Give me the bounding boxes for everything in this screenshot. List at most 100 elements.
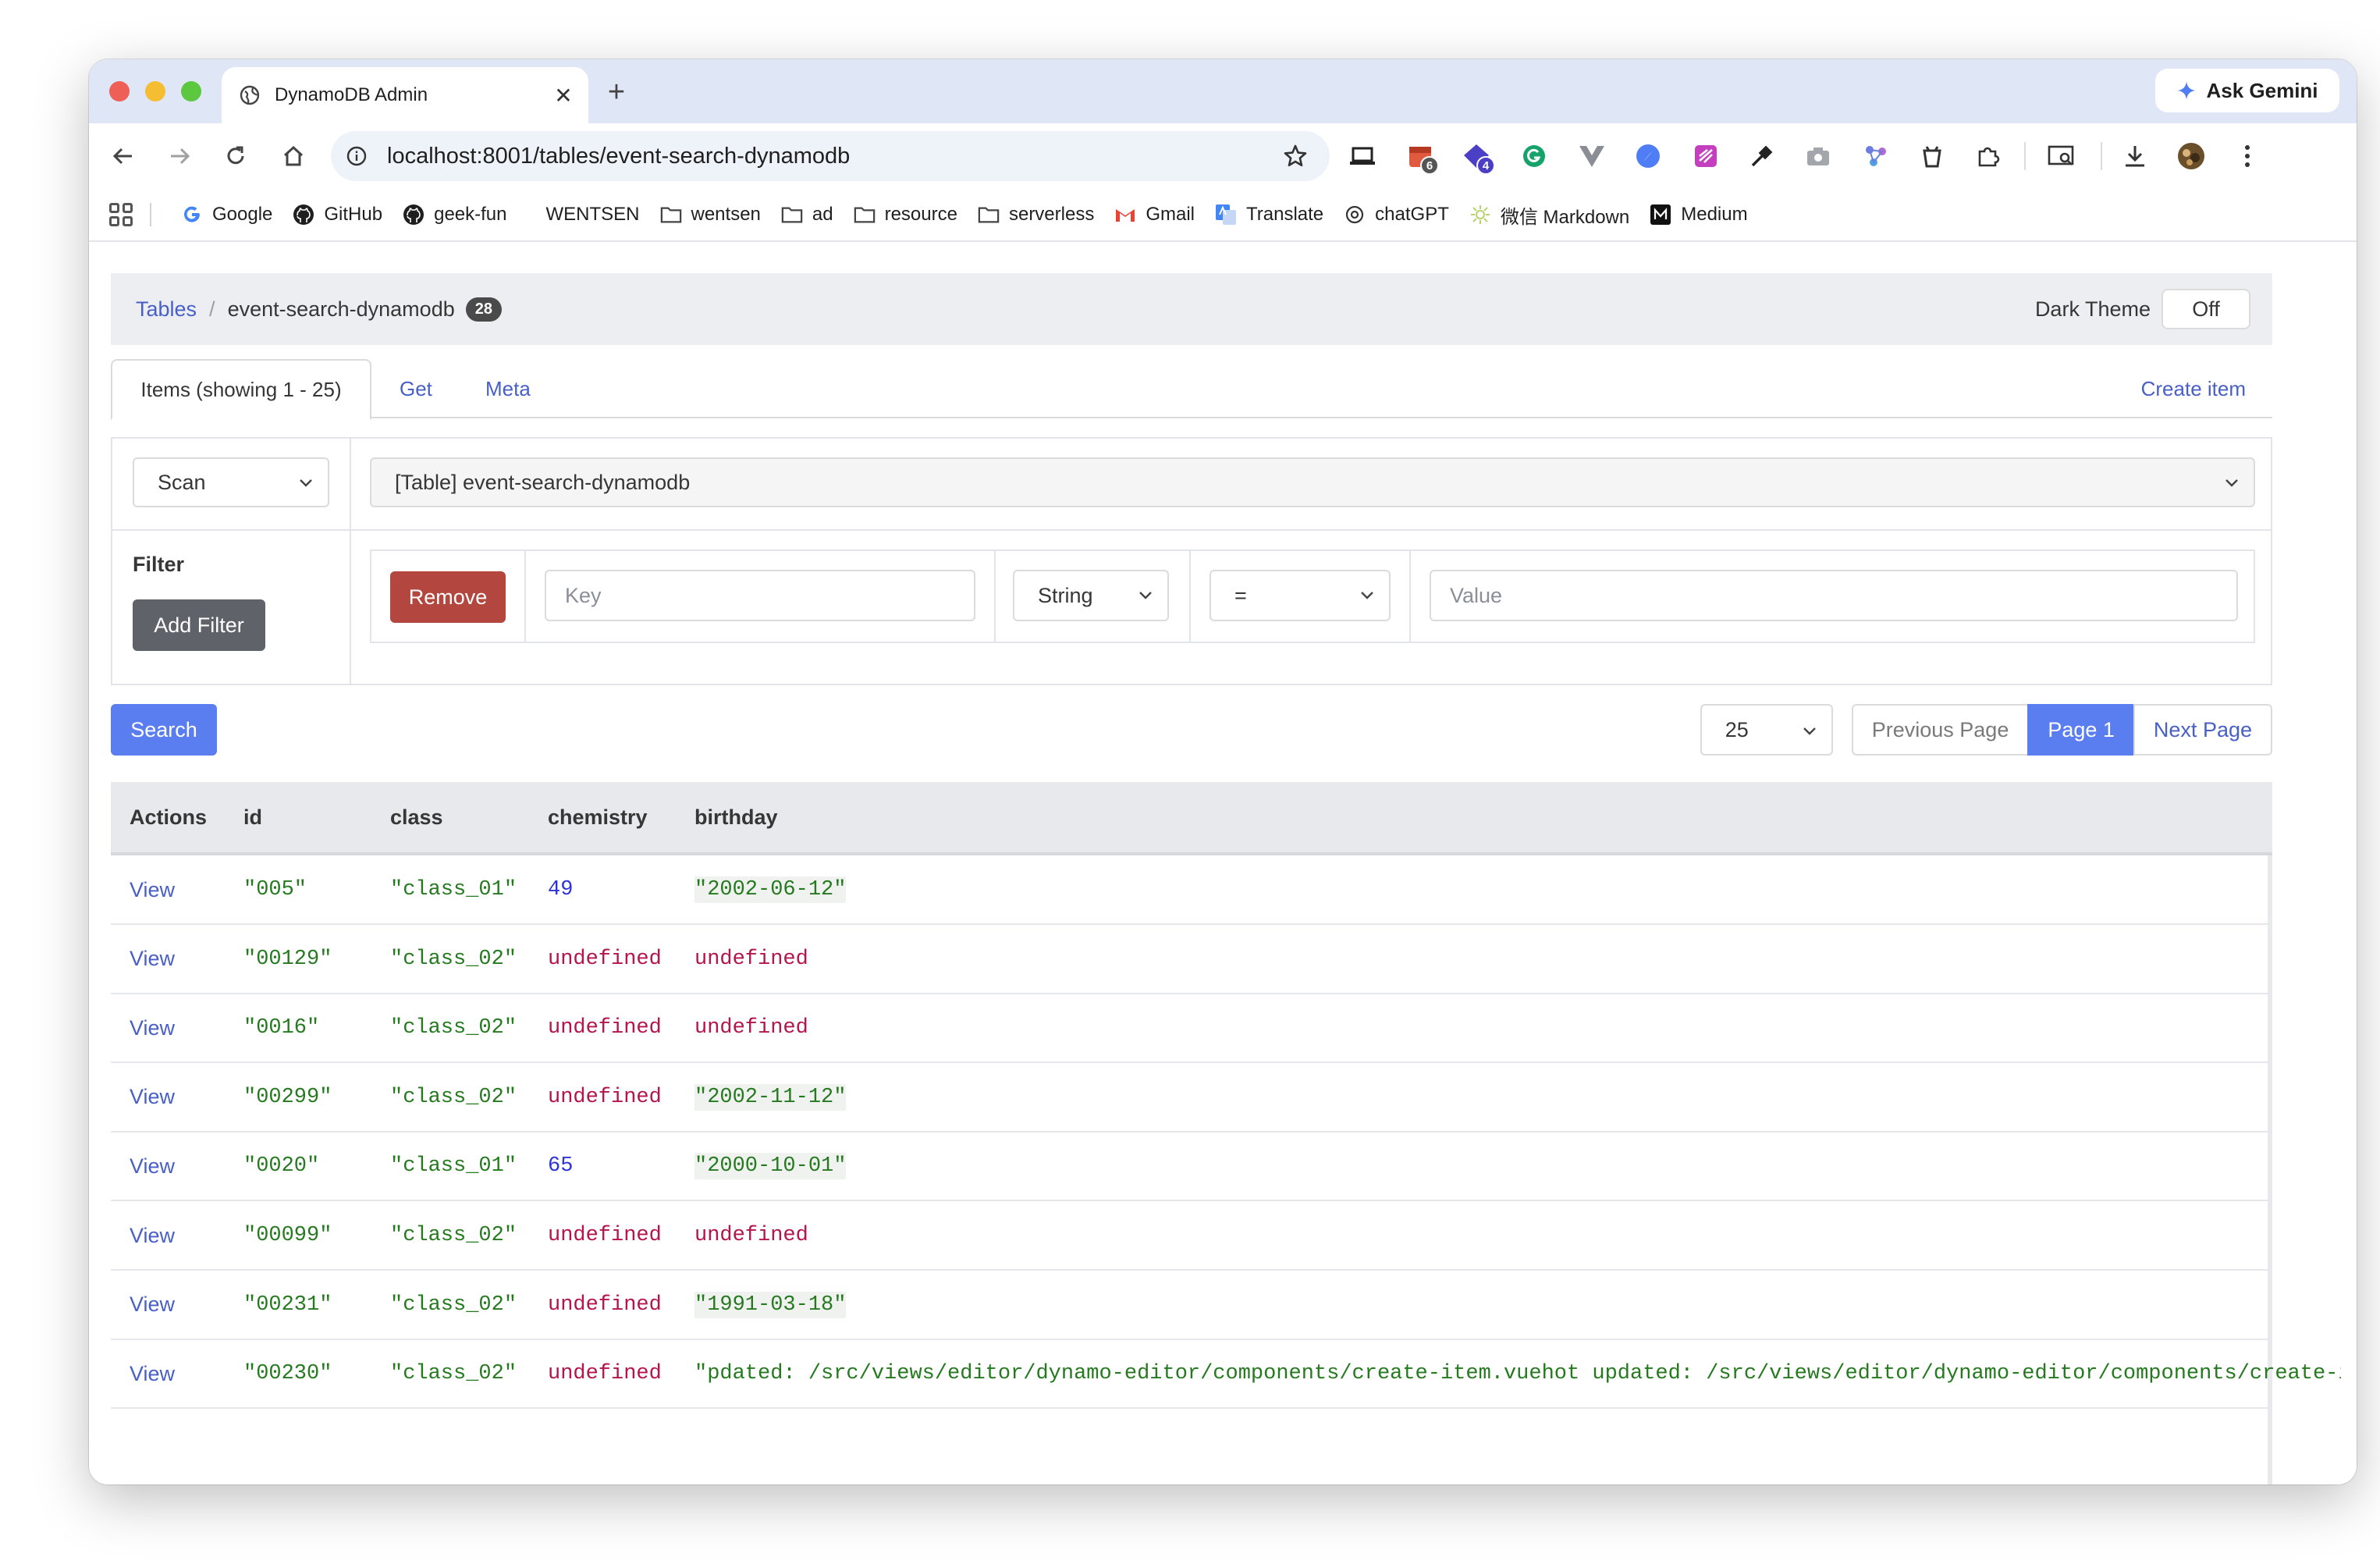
apps-grid-icon[interactable] — [109, 203, 133, 226]
bucket-extension-icon[interactable] — [1915, 139, 1949, 173]
table-row: View "00231" "class_02" undefined "1991-03-1… — [111, 1271, 2268, 1340]
view-item-link[interactable]: View — [130, 855, 175, 924]
bookmark-star-icon[interactable] — [1280, 140, 1311, 172]
bookmark-google[interactable]: Google — [181, 204, 272, 226]
folder-icon — [660, 204, 682, 226]
view-item-link[interactable]: View — [130, 1201, 175, 1270]
view-item-link[interactable]: View — [130, 1339, 175, 1408]
view-item-link[interactable]: View — [130, 1132, 175, 1200]
search-button[interactable]: Search — [111, 704, 217, 756]
previous-page-button[interactable]: Previous Page — [1851, 704, 2030, 756]
bookmark-chatgpt[interactable]: chatGPT — [1344, 204, 1449, 226]
page-size-value: 25 — [1725, 717, 1749, 741]
back-arrow-icon[interactable] — [106, 139, 140, 173]
laptop-icon[interactable] — [1345, 139, 1380, 173]
gem-extension-icon[interactable]: 4 — [1459, 139, 1495, 175]
folder-icon — [854, 204, 876, 226]
tab-search-icon[interactable] — [2044, 139, 2079, 173]
download-icon[interactable] — [2118, 139, 2152, 173]
add-filter-button[interactable]: Add Filter — [133, 599, 265, 651]
forward-arrow-icon[interactable] — [162, 139, 197, 173]
tab-get[interactable]: Get — [400, 359, 432, 418]
bookmark-gmail[interactable]: Gmail — [1114, 204, 1195, 226]
view-item-link[interactable]: View — [130, 994, 175, 1062]
bookmark-github[interactable]: GitHub — [293, 204, 382, 226]
bookmark-label: GitHub — [324, 204, 383, 225]
remove-filter-button[interactable]: Remove — [390, 571, 506, 623]
index-select[interactable]: [Table] event-search-dynamodb — [370, 457, 2255, 507]
bookmark-folder-resource[interactable]: resource — [854, 204, 957, 226]
filter-type-select[interactable]: String — [1013, 570, 1169, 621]
column-header-birthday[interactable]: birthday — [694, 782, 778, 852]
visbug-icon[interactable] — [1689, 139, 1723, 173]
window-close-button[interactable] — [109, 81, 130, 101]
filter-operator-select[interactable]: = — [1210, 570, 1391, 621]
filter-value-input[interactable]: Value — [1430, 570, 2238, 621]
address-bar[interactable]: localhost:8001/tables/event-search-dynam… — [331, 131, 1330, 181]
bookmark-geek-fun[interactable]: geek-fun — [403, 204, 507, 226]
column-header-id[interactable]: id — [243, 782, 262, 852]
items-table: Actions id class chemistry birthday View… — [111, 782, 2341, 1485]
bookmark-translate[interactable]: Translate — [1215, 204, 1323, 226]
filter-label: Filter — [133, 553, 185, 576]
folder-icon — [781, 204, 803, 226]
bookmark-folder-ad[interactable]: ad — [781, 204, 833, 226]
window-zoom-button[interactable] — [181, 81, 201, 101]
column-header-chemistry[interactable]: chemistry — [548, 782, 648, 852]
chatgpt-icon — [1344, 204, 1366, 226]
view-item-link[interactable]: View — [130, 1063, 175, 1132]
cell-id: "005" — [243, 878, 307, 901]
bookmark-medium[interactable]: Medium — [1650, 204, 1748, 226]
view-item-link[interactable]: View — [130, 1271, 175, 1339]
bookmark-wentsen-upper[interactable]: WENTSEN — [546, 204, 640, 226]
graph-extension-icon[interactable] — [1859, 139, 1893, 173]
eyedropper-icon[interactable] — [1745, 139, 1779, 173]
dark-theme-toggle[interactable]: Off — [2162, 289, 2250, 329]
column-header-class[interactable]: class — [390, 782, 443, 852]
page-content: Tables / event-search-dynamodb 28 Dark T… — [89, 242, 2357, 1485]
view-item-link[interactable]: View — [130, 925, 175, 994]
chevron-down-icon — [1139, 592, 1152, 599]
bookmark-label: chatGPT — [1375, 204, 1449, 225]
ask-gemini-button[interactable]: Ask Gemini — [2155, 69, 2339, 112]
next-page-button[interactable]: Next Page — [2133, 704, 2272, 756]
tab-meta[interactable]: Meta — [485, 359, 531, 418]
filter-key-input[interactable]: Key — [545, 570, 975, 621]
compass-extension-icon[interactable] — [1631, 139, 1665, 173]
bookmark-folder-serverless[interactable]: serverless — [978, 204, 1094, 226]
current-page-button[interactable]: Page 1 — [2027, 704, 2135, 756]
page-size-select[interactable]: 25 — [1700, 704, 1833, 756]
bookmark-folder-wentsen[interactable]: wentsen — [660, 204, 761, 226]
profile-avatar-icon[interactable] — [2174, 139, 2208, 173]
cell-chemistry: undefined — [548, 1016, 662, 1040]
camera-icon[interactable] — [1801, 139, 1835, 173]
bookmark-label: Gmail — [1146, 204, 1195, 225]
vue-devtools-icon[interactable] — [1575, 139, 1609, 173]
bookmark-wechat-markdown[interactable]: 微信 Markdown — [1469, 201, 1629, 229]
table-row: View "00299" "class_02" undefined "2002-11-1… — [111, 1063, 2268, 1133]
home-icon[interactable] — [276, 139, 311, 173]
window-minimize-button[interactable] — [145, 81, 165, 101]
calendar-extension-icon[interactable]: 6 — [1403, 139, 1439, 175]
bookmark-label: geek-fun — [434, 204, 507, 225]
more-menu-icon[interactable] — [2230, 139, 2265, 173]
tab-items[interactable]: Items (showing 1 - 25) — [111, 359, 371, 420]
medium-icon — [1650, 204, 1671, 226]
google-icon — [181, 204, 203, 226]
cell-birthday: undefined — [694, 947, 808, 971]
cell-id: "0016" — [243, 1016, 320, 1040]
site-info-icon[interactable] — [345, 144, 368, 168]
breadcrumb-tables-link[interactable]: Tables — [136, 297, 197, 322]
reload-icon[interactable] — [218, 139, 253, 173]
new-tab-button[interactable]: + — [601, 76, 632, 108]
grammarly-icon[interactable] — [1517, 139, 1551, 173]
create-item-link[interactable]: Create item — [2141, 359, 2246, 418]
extensions-puzzle-icon[interactable] — [1971, 139, 2005, 173]
translate-icon — [1215, 204, 1237, 226]
gmail-icon — [1114, 204, 1136, 226]
ask-gemini-label: Ask Gemini — [2206, 78, 2318, 102]
index-select-value: [Table] event-search-dynamodb — [395, 470, 691, 494]
browser-tab[interactable]: DynamoDB Admin ✕ — [222, 67, 588, 123]
operation-select[interactable]: Scan — [133, 457, 329, 507]
close-tab-icon[interactable]: ✕ — [549, 81, 577, 109]
